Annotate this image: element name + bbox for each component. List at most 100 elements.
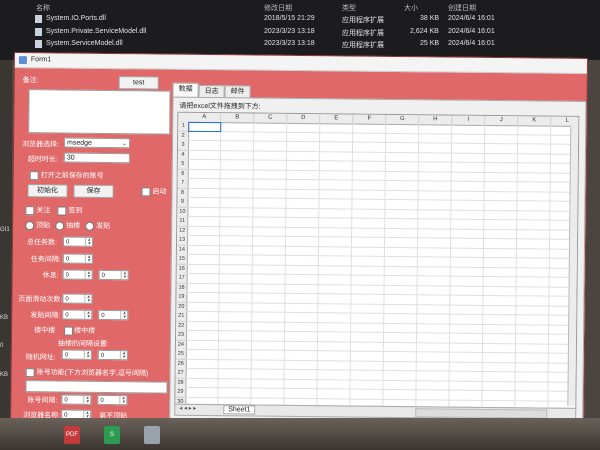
page-scroll-label: 页面滑动次数: (18, 296, 63, 304)
taskbar: PDF S (0, 418, 600, 450)
dll-file-icon (35, 40, 42, 48)
test-button[interactable]: test (118, 76, 159, 90)
column-header[interactable]: I (452, 115, 486, 126)
grid-line (187, 168, 580, 174)
radio-draft[interactable] (55, 221, 65, 231)
post-interval-min-stepper[interactable]: 0 ▴ ▾ (62, 309, 93, 320)
window-title: Form1 (30, 56, 52, 64)
timeout-input[interactable]: 30 (63, 152, 130, 164)
radio-post-label: 发贴 (96, 222, 111, 231)
account-interval-min-stepper[interactable]: 0 ▴ ▾ (61, 394, 92, 405)
notes-label: 备注: (22, 77, 39, 85)
account-interval-label: 账号间隔: (27, 397, 58, 405)
column-header-name[interactable]: 名称 (36, 3, 50, 13)
total-tasks-stepper[interactable]: 0 ▴ ▾ (62, 236, 94, 247)
column-header[interactable]: C (254, 113, 288, 124)
app-icon (18, 56, 27, 65)
column-header[interactable]: J (485, 115, 519, 127)
browser-dropdown[interactable]: msedge ⌄ (64, 137, 131, 149)
checkin-label: 签到 (68, 207, 83, 215)
radio-top-label: 顶贴 (36, 222, 51, 230)
follow-checkbox[interactable] (25, 206, 35, 216)
start-checkbox[interactable] (141, 187, 151, 197)
form1-window: Form1 备注: test 浏览器选择: msedge ⌄ 超时时长: 30 … (10, 52, 588, 432)
random-url-label: 随机网址: (25, 354, 56, 362)
notes-textarea[interactable] (28, 89, 171, 135)
post-interval-label: 发贴间隔: (30, 312, 61, 320)
dll-file-icon (35, 28, 42, 36)
task-interval-label: 任务间隔: (30, 256, 61, 264)
file-row[interactable]: System.Private.ServiceModel.dll 2023/3/2… (0, 27, 600, 38)
grid-line (187, 196, 580, 202)
column-header[interactable]: H (419, 115, 453, 126)
grid-line (188, 139, 580, 145)
sheet-nav-arrows[interactable]: ◂ ◂ ▸ ▸ (179, 405, 196, 412)
column-header[interactable]: G (386, 114, 420, 126)
column-header-modified[interactable]: 修改日期 (264, 3, 292, 13)
sheet-tab-sheet1[interactable]: Sheet1 (223, 405, 256, 415)
column-header-type[interactable]: 类型 (342, 3, 356, 13)
rest-max-stepper[interactable]: 0 ▴ ▾ (98, 269, 129, 281)
init-button[interactable]: 初始化 (27, 184, 68, 198)
column-header[interactable]: F (353, 114, 387, 125)
account-interval-max-stepper[interactable]: 0 ▴ ▾ (97, 394, 128, 406)
task-interval-stepper[interactable]: 0 ▴ ▾ (62, 253, 93, 264)
chevron-down-icon: ⌄ (121, 141, 128, 148)
column-header[interactable]: D (287, 113, 321, 125)
open-saved-label: 打开之前保存的账号 (40, 172, 104, 180)
radio-post[interactable] (85, 221, 95, 231)
account-switch-label: 账号功能(下方浏览器名字,逗号间隔) (36, 369, 149, 378)
vertical-scrollbar[interactable] (567, 125, 579, 406)
drop-hint: 请把excel文件拖拽到下方: (179, 102, 261, 111)
post-interval-max-stepper[interactable]: 0 ▴ ▾ (98, 309, 129, 321)
account-switch-checkbox[interactable] (25, 368, 35, 378)
grid-line (187, 158, 580, 164)
column-header[interactable]: B (221, 113, 255, 124)
radio-draft-label: 抽楼 (66, 222, 81, 230)
timeout-label: 超时时长: (27, 156, 58, 164)
open-saved-checkbox[interactable] (29, 171, 39, 181)
page-scroll-stepper[interactable]: 0 ▴ ▾ (62, 293, 93, 304)
file-explorer-background: 名称 修改日期 类型 大小 创建日期 System.IO.Ports.dll 2… (0, 0, 600, 60)
total-tasks-label: 总任务数: (26, 239, 57, 247)
document-app-icon[interactable] (144, 426, 160, 444)
column-header-created[interactable]: 创建日期 (448, 3, 476, 13)
checkin-checkbox[interactable] (57, 206, 67, 216)
spreadsheet-app-icon[interactable]: S (104, 426, 120, 444)
floor-interval-label: 抽楼的间隔设置: (57, 340, 109, 349)
tab-data[interactable]: 数据 (172, 82, 199, 98)
spreadsheet-grid[interactable]: A B C D E F G H I J K L 1 2 3 4 5 6 7 8 9 10 11 12 13 14 15 16 17 18 1… (174, 111, 580, 409)
file-row[interactable]: System.ServiceModel.dll 2023/3/23 13:18 … (0, 39, 600, 50)
floor-checkbox[interactable] (64, 326, 74, 336)
column-header[interactable]: K (518, 116, 552, 127)
grid-line (188, 130, 580, 136)
browser-select-label: 浏览器选择: (21, 141, 60, 149)
browser-names-input[interactable] (25, 380, 168, 394)
grid-line (316, 123, 321, 409)
follow-label: 关注 (36, 207, 51, 215)
selected-cell-a1[interactable] (188, 121, 222, 132)
grid-line (217, 122, 222, 409)
column-header-size[interactable]: 大小 (404, 3, 418, 13)
grid-line (283, 122, 288, 409)
floor-label: 楼中楼 (34, 327, 56, 335)
grid-line (187, 177, 580, 183)
rest-min-stepper[interactable]: 0 ▴ ▾ (62, 269, 93, 280)
data-tab-panel: 请把excel文件拖拽到下方: A B C D E F G H I J K L 1 2 3 4 5 6 7 8 9 10 1… (169, 96, 587, 428)
floor-checkbox-label: 楼中楼 (74, 327, 96, 335)
save-button[interactable]: 保存 (73, 184, 114, 199)
rest-label: 休息: (42, 272, 59, 280)
dll-file-icon (35, 15, 42, 23)
grid-line (250, 122, 255, 409)
title-bar[interactable]: Form1 (14, 53, 587, 74)
grid-line (187, 187, 580, 193)
floor-interval-min-stepper[interactable]: 0 ▴ ▾ (61, 349, 92, 360)
radio-top-post[interactable] (25, 221, 35, 231)
pdf-app-icon[interactable]: PDF (64, 426, 80, 444)
grid-line (349, 123, 354, 409)
floor-interval-max-stepper[interactable]: 0 ▴ ▾ (97, 349, 128, 361)
grid-line (187, 149, 580, 155)
column-header[interactable]: E (320, 114, 354, 125)
start-label: 启动 (152, 188, 167, 196)
file-row[interactable]: System.IO.Ports.dll 2018/5/15 21:29 应用程序… (0, 14, 600, 25)
